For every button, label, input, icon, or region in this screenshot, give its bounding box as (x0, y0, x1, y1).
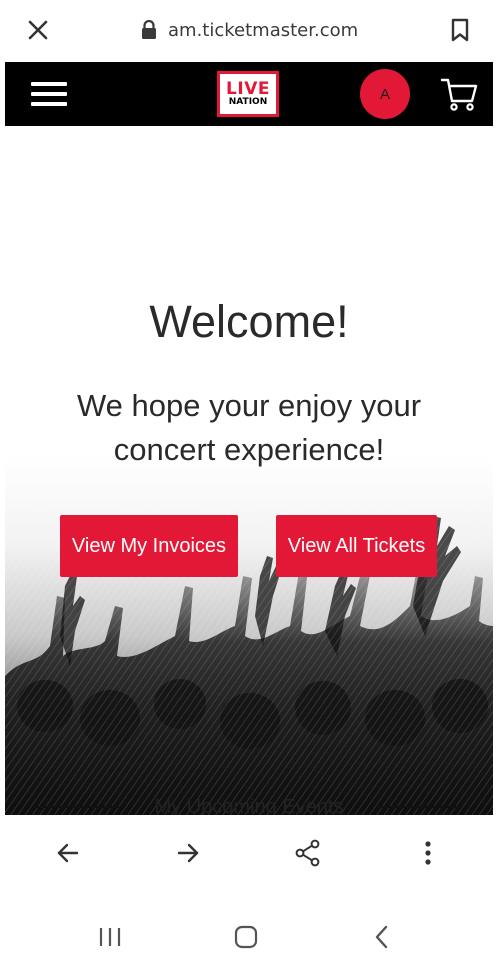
account-avatar[interactable]: A (360, 69, 410, 119)
hamburger-menu-button[interactable] (29, 78, 71, 110)
close-icon (28, 20, 48, 40)
section-heading: My Upcoming Events (154, 796, 344, 815)
close-tab-button[interactable] (22, 14, 54, 46)
address-field[interactable]: am.ticketmaster.com (140, 16, 358, 44)
more-options-button[interactable] (408, 833, 448, 873)
bookmark-icon (451, 18, 469, 42)
welcome-subtitle: We hope your enjoy your concert experien… (76, 388, 422, 467)
cart-icon (440, 78, 478, 111)
browser-url-bar: am.ticketmaster.com (0, 0, 500, 60)
url-text: am.ticketmaster.com (168, 19, 359, 41)
recent-apps-button[interactable] (90, 917, 130, 957)
home-button[interactable] (226, 917, 266, 957)
arrow-right-icon (177, 843, 199, 863)
hamburger-menu-icon (31, 82, 67, 86)
forward-button[interactable] (168, 833, 208, 873)
divider-right (377, 806, 459, 808)
back-button[interactable] (48, 833, 88, 873)
share-button[interactable] (288, 833, 328, 873)
main-content: Welcome! We hope your enjoy your concert… (5, 126, 493, 815)
chevron-left-icon (375, 925, 388, 949)
live-nation-logo[interactable]: LIVE NATION (217, 71, 279, 117)
page-title: Welcome! (149, 296, 349, 347)
logo-bottom-text: NATION (228, 97, 268, 107)
system-navigation-bar (0, 893, 500, 975)
bookmark-button[interactable] (444, 14, 476, 46)
logo-top-text: LIVE (226, 79, 270, 99)
upcoming-events-heading: My Upcoming Events (5, 794, 493, 815)
concert-crowd-image (5, 456, 493, 815)
view-invoices-button[interactable]: View My Invoices (60, 515, 238, 577)
arrow-left-icon (57, 843, 79, 863)
system-back-button[interactable] (362, 917, 402, 957)
more-vertical-icon (425, 841, 431, 865)
share-icon (295, 839, 320, 867)
cart-button[interactable] (439, 74, 479, 114)
browser-toolbar (0, 815, 500, 893)
home-icon (234, 925, 258, 949)
view-all-tickets-button[interactable]: View All Tickets (276, 515, 437, 577)
lock-icon (142, 20, 156, 39)
divider-left (37, 806, 119, 808)
site-header: LIVE NATION A (5, 62, 493, 126)
recent-apps-icon (99, 928, 121, 946)
